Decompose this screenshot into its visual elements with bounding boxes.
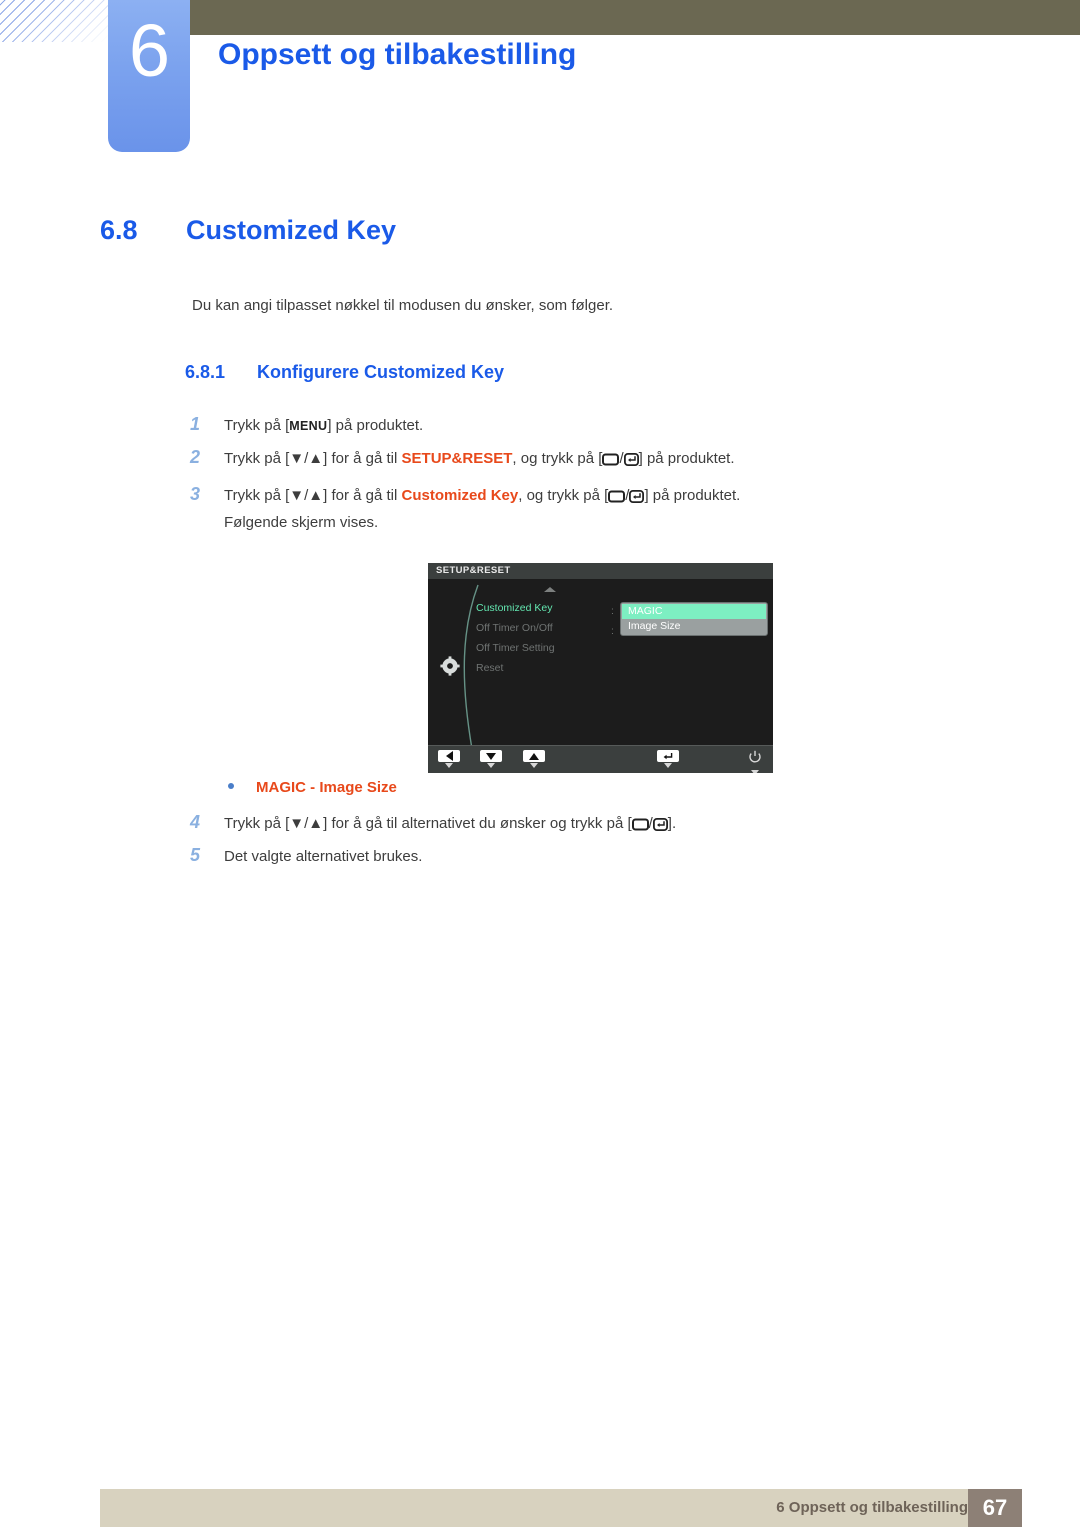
osd-button-bar [428, 745, 773, 773]
enter-icon [623, 452, 639, 470]
step-item: 4 Trykk på [▼/▲] for å gå til alternative… [190, 812, 676, 835]
osd-menu-item-off-timer-setting[interactable]: Off Timer Setting [476, 638, 555, 658]
footer-chapter-label: 6 Oppsett og tilbakestilling [776, 1499, 968, 1516]
step-text: Det valgte alternativet brukes. [224, 848, 423, 865]
header-olive-bar [190, 0, 1080, 35]
enter-icon [652, 817, 668, 835]
osd-title-bar: SETUP&RESET [428, 563, 773, 579]
osd-screenshot: SETUP&RESET Customized Key Off Timer On/… [428, 563, 773, 773]
step-number: 5 [190, 845, 201, 865]
section-title: Customized Key [186, 215, 397, 245]
step-number: 2 [190, 447, 201, 467]
bullet-dot-icon [228, 783, 234, 789]
step-text: Trykk på [▼/▲] for å gå til Customized K… [224, 487, 740, 504]
power-icon [749, 750, 761, 763]
display-icon [608, 490, 626, 507]
step-item: 3 Trykk på [▼/▲] for å gå til Customized … [190, 484, 740, 507]
osd-colon-column: : : [611, 601, 614, 641]
page-number: 67 [982, 1495, 1008, 1520]
bullet-option-line: MAGIC - Image Size [228, 779, 397, 796]
osd-menu-list: Customized Key Off Timer On/Off Off Time… [476, 598, 555, 678]
menu-path-customized-key: Customized Key [401, 487, 519, 504]
section-intro-text: Du kan angi tilpasset nøkkel til modusen… [192, 297, 614, 314]
section-heading: 6.8 Customized Key [100, 215, 396, 246]
osd-menu-item-off-timer-on-off[interactable]: Off Timer On/Off [476, 618, 555, 638]
footer-page-box: 67 [968, 1489, 1022, 1527]
osd-left-arrow-button[interactable] [438, 750, 460, 768]
enter-icon [663, 752, 673, 759]
step-number: 1 [190, 414, 201, 434]
chapter-number: 6 [128, 9, 170, 92]
step-text: Trykk på [▼/▲] for å gå til alternativet… [224, 815, 676, 832]
document-page: 6 Oppsett og tilbakestilling 6.8 Customiz… [0, 0, 1080, 1527]
osd-option-image-size[interactable]: Image Size [622, 619, 766, 634]
gear-icon [440, 656, 460, 676]
display-icon [602, 453, 620, 470]
step-note: Følgende skjerm vises. [224, 514, 379, 531]
osd-colon: : [611, 605, 614, 617]
enter-icon [629, 489, 645, 507]
osd-colon: : [611, 625, 614, 637]
step-text: Trykk på [MENU] på produktet. [224, 417, 424, 434]
osd-power-button[interactable] [747, 750, 763, 773]
step-item: 2 Trykk på [▼/▲] for å gå til SETUP&RESET… [190, 447, 735, 470]
step-item: 1 Trykk på [MENU] på produktet. [190, 414, 423, 435]
osd-enter-button[interactable] [657, 750, 679, 768]
chapter-number-box: 6 [108, 0, 190, 152]
menu-path-setup-reset: SETUP&RESET [401, 450, 513, 467]
display-icon [631, 818, 649, 835]
step-item: 5 Det valgte alternativet brukes. [190, 845, 422, 866]
subsection-heading: 6.8.1 Konfigurere Customized Key [185, 362, 504, 383]
step-number: 4 [190, 812, 201, 832]
subsection-number: 6.8.1 [185, 362, 226, 382]
bullet-option-magic: MAGIC [256, 779, 306, 796]
osd-menu-item-reset[interactable]: Reset [476, 658, 555, 678]
osd-down-arrow-button[interactable] [480, 750, 502, 768]
decorative-hatch-pattern [0, 0, 112, 42]
chapter-title: Oppsett og tilbakestilling [218, 38, 577, 71]
osd-value-dropdown: MAGIC Image Size [620, 602, 768, 636]
osd-scroll-up-indicator [544, 587, 556, 592]
bullet-separator: - [306, 779, 320, 796]
osd-option-magic[interactable]: MAGIC [622, 604, 766, 619]
bullet-option-image-size: Image Size [319, 779, 397, 796]
step-number: 3 [190, 484, 201, 504]
osd-menu-item-customized-key[interactable]: Customized Key [476, 598, 555, 618]
menu-key-label: MENU [289, 419, 328, 433]
section-number: 6.8 [100, 215, 138, 245]
step-text: Trykk på [▼/▲] for å gå til SETUP&RESET,… [224, 450, 735, 467]
subsection-title: Konfigurere Customized Key [257, 362, 505, 382]
osd-up-arrow-button[interactable] [523, 750, 545, 768]
